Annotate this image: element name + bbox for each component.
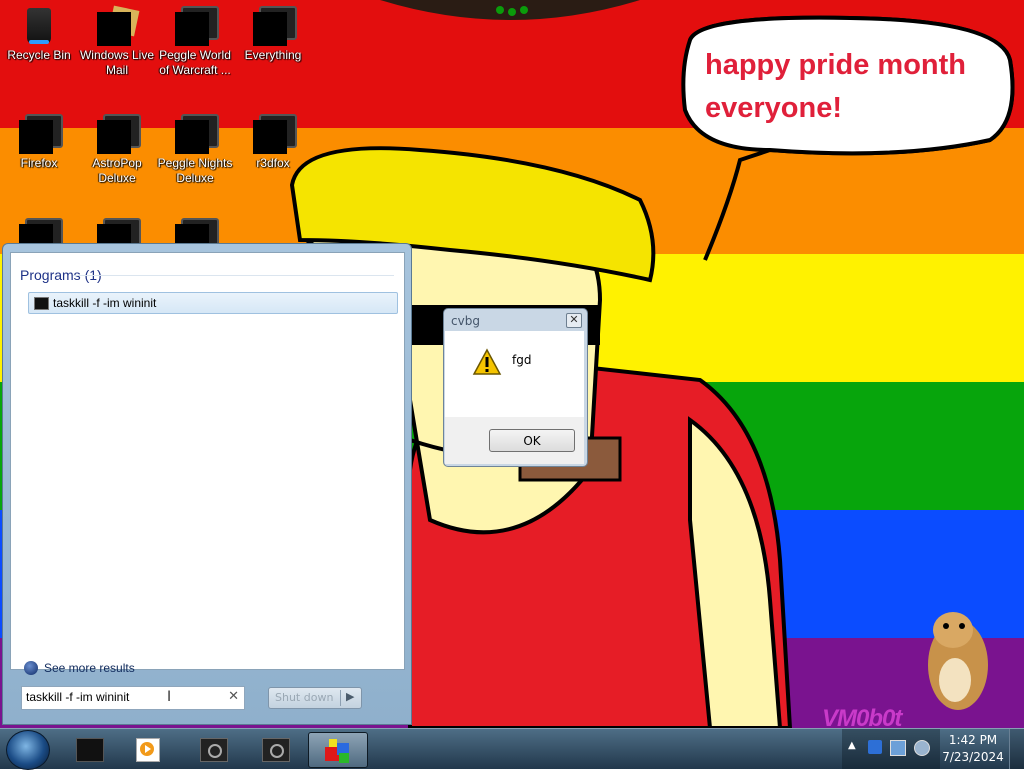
show-desktop-button[interactable] [1009,729,1024,769]
taskbar: ▲ 1:42 PM 7/23/2024 [0,728,1024,770]
desktop-icon-astropop-deluxe[interactable]: AstroPop Deluxe [78,114,156,186]
speech-bubble-text: happy pride month everyone! [705,49,966,124]
search-result-label: taskkill -f -im wininit [53,296,157,310]
network-icon[interactable] [890,740,906,756]
peggle-nights-icon [173,114,219,154]
desktop-icon-label: AstroPop Deluxe [92,156,142,185]
message-box-dialog: cvbg ✕ fgd OK [443,308,588,467]
text-cursor-icon: I [167,689,172,705]
firefox-icon [17,114,63,154]
taskbar-app-1[interactable] [64,732,114,766]
dialog-title: cvbg [451,314,480,328]
top-dot [520,6,528,14]
desktop-icon-label: Everything [244,48,302,62]
search-globe-icon [24,661,38,675]
desktop-icon-label: Firefox [20,156,58,170]
see-more-results-label: See more results [44,661,135,675]
taskbar-media-player[interactable] [122,732,172,766]
app-icon [76,738,104,762]
hamster-belly [939,658,971,702]
taskbar-clock[interactable]: 1:42 PM 7/23/2024 [940,732,1006,766]
watermark-text: VM0b0t [822,705,902,728]
start-menu: Programs (1) taskkill -f -im wininit See… [2,243,412,725]
chevron-right-icon[interactable]: ▶ [346,690,354,703]
dialog-body: fgd [445,331,584,417]
taskbar-app-3[interactable] [188,732,238,766]
clock-app-icon [262,738,290,762]
volume-icon[interactable] [914,740,930,756]
shutdown-label: Shut down [275,691,334,704]
hamster-eye [959,623,965,629]
search-result-taskkill[interactable]: taskkill -f -im wininit [28,292,398,314]
taskbar-app-active[interactable] [308,732,368,768]
tray-app-icon[interactable] [868,740,882,754]
clock-app-icon [200,738,228,762]
desktop-icon-peggle-nights-deluxe[interactable]: Peggle Nights Deluxe [156,114,234,186]
hamster-head [933,612,973,648]
taskbar-app-4[interactable] [250,732,300,766]
shutdown-button[interactable]: Shut down ▶ [268,687,362,709]
desktop-icon-peggle-world-of-warcraft[interactable]: Peggle World of Warcraft ... [156,6,234,78]
desktop-icon-label: r3dfox [256,156,290,170]
desktop-icon-windows-live-mail[interactable]: Windows Live Mail [78,5,156,78]
astropop-icon [95,114,141,154]
start-button[interactable] [6,730,50,770]
clear-search-icon[interactable]: ✕ [228,689,239,704]
console-icon [34,297,49,310]
start-search-box[interactable]: I ✕ [21,686,245,710]
divider [73,275,394,276]
desktop-icon-recycle-bin[interactable]: Recycle Bin [0,6,78,63]
recycle-bin-icon [17,6,61,46]
dialog-message: fgd [512,353,532,367]
top-dot [496,6,504,14]
desktop-icon-label: Peggle Nights Deluxe [157,156,233,185]
media-player-icon [136,738,160,762]
r3dfox-icon [251,114,297,154]
dialog-footer: OK [445,417,584,464]
shapes-app-icon [325,739,351,763]
warning-icon [472,348,502,375]
notification-area: ▲ [842,729,940,769]
windows-live-mail-icon [95,5,140,46]
top-dot [508,8,516,16]
clock-time: 1:42 PM [948,733,998,747]
clock-date: 7/23/2024 [942,750,1004,764]
peggle-wow-icon [173,6,219,46]
desktop-icon-label: Recycle Bin [7,48,71,62]
desktop-icon-firefox[interactable]: Firefox [0,114,78,171]
desktop-icon-r3dfox[interactable]: r3dfox [234,114,312,171]
desktop-icon-label: Peggle World of Warcraft ... [159,48,231,77]
show-hidden-icons-icon[interactable]: ▲ [848,740,856,751]
desktop-icon-everything[interactable]: Everything [234,6,312,63]
desktop-icon-label: Windows Live Mail [79,48,155,77]
everything-icon [251,6,297,46]
hamster-eye [943,623,949,629]
start-menu-results-pane: Programs (1) taskkill -f -im wininit See… [10,252,405,675]
divider [340,690,341,706]
close-icon[interactable]: ✕ [566,313,582,328]
start-search-input[interactable] [26,689,216,705]
ok-button[interactable]: OK [489,429,575,452]
